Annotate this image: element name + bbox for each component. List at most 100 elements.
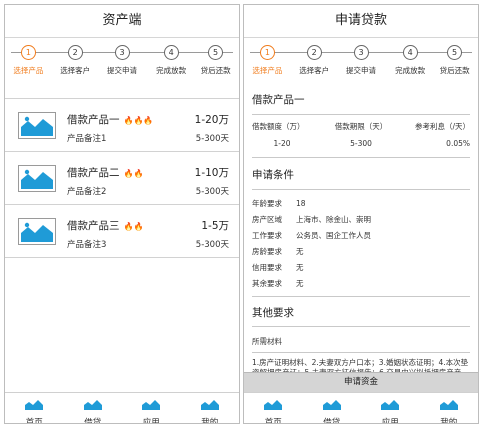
header-amount: 借款额度（万） bbox=[252, 122, 305, 131]
loan-tab-icon bbox=[83, 400, 102, 410]
product-name: 借款产品一 bbox=[67, 114, 120, 126]
apps-tab-icon bbox=[381, 400, 400, 410]
product-name: 借款产品三 bbox=[67, 220, 120, 232]
condition-key: 房龄要求 bbox=[252, 247, 282, 256]
tab-label: 我的 bbox=[201, 418, 219, 424]
tab-label: 我的 bbox=[440, 418, 458, 424]
product-note: 产品备注3 bbox=[67, 240, 107, 250]
step-circle: 5 bbox=[208, 45, 224, 60]
product-title: 借款产品一 bbox=[252, 94, 305, 106]
step-label: 完成放款 bbox=[395, 66, 426, 75]
step-circle: 5 bbox=[447, 45, 463, 60]
hot-fire-icon: 🔥🔥 bbox=[123, 169, 144, 178]
tab-label: 首页 bbox=[264, 418, 282, 424]
condition-key: 工作要求 bbox=[252, 231, 282, 240]
value-term: 5-300 bbox=[350, 139, 372, 148]
tab-home[interactable]: 首页 bbox=[5, 393, 64, 423]
step-label: 选择产品 bbox=[252, 66, 283, 75]
loan-application-screen: 申请贷款 1 选择产品 2 选择客户 3 提交申请 4 完成放款 5 贷后还款 … bbox=[243, 4, 479, 424]
product-item-3[interactable]: 借款产品三 🔥🔥 产品备注3 1-5万 5-300天 bbox=[5, 205, 239, 258]
condition-row: 房龄要求 无 bbox=[244, 244, 478, 260]
tab-label: 借贷 bbox=[323, 418, 341, 424]
step-submit-application[interactable]: 3 提交申请 bbox=[338, 45, 384, 76]
loan-tab-icon bbox=[322, 400, 341, 410]
page-title: 资产端 bbox=[5, 5, 239, 38]
step-label: 提交申请 bbox=[107, 66, 137, 75]
tab-apps[interactable]: 应用 bbox=[361, 393, 420, 423]
tab-apps[interactable]: 应用 bbox=[122, 393, 181, 423]
hot-fire-icon: 🔥🔥 bbox=[123, 222, 144, 231]
product-table-values: 1-20 5-300 0.05% bbox=[244, 132, 478, 157]
image-placeholder-icon bbox=[18, 165, 56, 192]
condition-row: 信用要求 无 bbox=[244, 260, 478, 276]
step-circle: 2 bbox=[306, 45, 322, 60]
image-placeholder-icon bbox=[18, 218, 56, 245]
profile-tab-icon bbox=[439, 400, 458, 410]
apps-tab-icon bbox=[142, 400, 161, 410]
step-label: 选择客户 bbox=[60, 66, 91, 75]
condition-value: 无 bbox=[296, 263, 304, 272]
condition-key: 其余要求 bbox=[252, 279, 282, 288]
tab-label: 应用 bbox=[142, 418, 160, 424]
step-select-product[interactable]: 1 选择产品 bbox=[5, 45, 51, 76]
value-amount: 1-20 bbox=[273, 139, 291, 148]
tab-home[interactable]: 首页 bbox=[244, 393, 303, 423]
apply-funds-button[interactable]: 申请资金 bbox=[244, 372, 478, 392]
product-amount-range: 1-20万 bbox=[194, 114, 229, 126]
other-requirements-title: 其他要求 bbox=[252, 307, 294, 319]
condition-key: 信用要求 bbox=[252, 263, 282, 272]
tab-mine[interactable]: 我的 bbox=[181, 393, 240, 423]
condition-value: 公务员、国企工作人员 bbox=[296, 231, 371, 240]
step-label: 完成放款 bbox=[156, 66, 187, 75]
step-select-customer[interactable]: 2 选择客户 bbox=[52, 45, 98, 76]
tab-label: 应用 bbox=[381, 418, 399, 424]
step-circle: 3 bbox=[353, 45, 369, 60]
condition-value: 无 bbox=[296, 247, 304, 256]
step-submit-application[interactable]: 3 提交申请 bbox=[99, 45, 145, 76]
condition-value: 上海市、除金山、崇明 bbox=[296, 215, 371, 224]
step-circle: 2 bbox=[67, 45, 83, 60]
profile-tab-icon bbox=[200, 400, 219, 410]
step-complete-loan[interactable]: 4 完成放款 bbox=[387, 45, 433, 76]
step-repayment[interactable]: 5 贷后还款 bbox=[432, 45, 478, 76]
step-complete-loan[interactable]: 4 完成放款 bbox=[148, 45, 194, 76]
step-label: 选择客户 bbox=[299, 66, 330, 75]
tab-loan[interactable]: 借贷 bbox=[64, 393, 123, 423]
product-note: 产品备注2 bbox=[67, 187, 107, 197]
header-interest: 参考利息（/天） bbox=[414, 122, 470, 131]
step-circle: 4 bbox=[163, 45, 179, 60]
product-item-2[interactable]: 借款产品二 🔥🔥 产品备注2 1-10万 5-300天 bbox=[5, 152, 239, 205]
home-tab-icon bbox=[25, 400, 44, 410]
condition-row: 年龄要求 18 bbox=[244, 196, 478, 212]
step-repayment[interactable]: 5 贷后还款 bbox=[193, 45, 239, 76]
step-circle: 4 bbox=[402, 45, 418, 60]
conditions-title: 申请条件 bbox=[252, 169, 294, 181]
step-select-customer[interactable]: 2 选择客户 bbox=[291, 45, 337, 76]
bottom-tab-bar: 首页 借贷 应用 我的 bbox=[5, 392, 239, 423]
page-title: 申请贷款 bbox=[244, 5, 478, 38]
tab-mine[interactable]: 我的 bbox=[420, 393, 479, 423]
product-name: 借款产品二 bbox=[67, 167, 120, 179]
progress-steps: 1 选择产品 2 选择客户 3 提交申请 4 完成放款 5 贷后还款 bbox=[244, 38, 478, 88]
value-interest: 0.05% bbox=[446, 139, 470, 148]
tab-label: 借贷 bbox=[84, 418, 102, 424]
image-placeholder-icon bbox=[18, 112, 56, 139]
step-label: 贷后还款 bbox=[200, 66, 231, 75]
product-table-header: 借款额度（万） 借款期限（天） 参考利息（/天） bbox=[244, 115, 478, 132]
hot-fire-icon: 🔥🔥🔥 bbox=[123, 116, 154, 125]
step-label: 贷后还款 bbox=[439, 66, 470, 75]
product-amount-range: 1-10万 bbox=[194, 167, 229, 179]
condition-row: 其余要求 无 bbox=[244, 276, 478, 292]
home-tab-icon bbox=[264, 400, 283, 410]
step-circle: 3 bbox=[114, 45, 130, 60]
progress-steps: 1 选择产品 2 选择客户 3 提交申请 4 完成放款 5 贷后还款 bbox=[5, 38, 239, 88]
product-term-range: 5-300天 bbox=[195, 187, 229, 197]
condition-value: 无 bbox=[296, 279, 304, 288]
step-select-product[interactable]: 1 选择产品 bbox=[244, 45, 290, 76]
tab-label: 首页 bbox=[25, 418, 43, 424]
tab-loan[interactable]: 借贷 bbox=[303, 393, 362, 423]
product-note: 产品备注1 bbox=[67, 134, 107, 144]
condition-row: 房产区域 上海市、除金山、崇明 bbox=[244, 212, 478, 228]
product-term-range: 5-300天 bbox=[195, 134, 229, 144]
product-item-1[interactable]: 借款产品一 🔥🔥🔥 产品备注1 1-20万 5-300天 bbox=[5, 99, 239, 152]
